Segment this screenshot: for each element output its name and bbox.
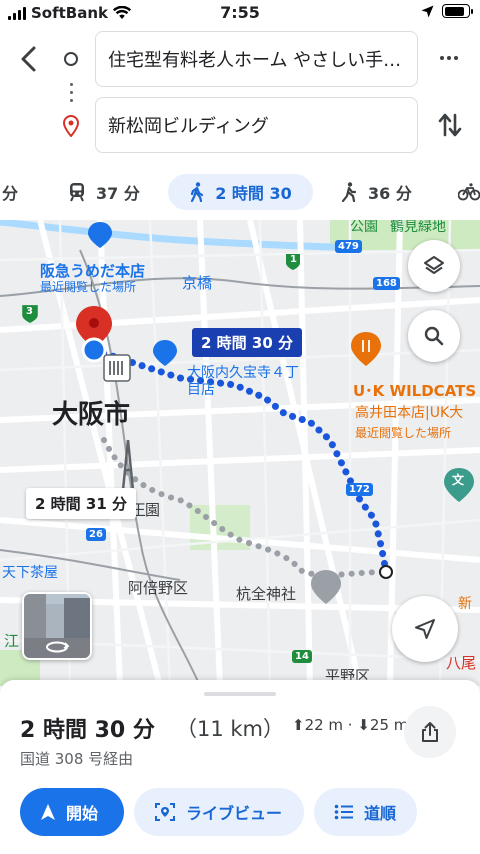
back-arrow-icon[interactable] xyxy=(12,42,46,76)
status-right xyxy=(421,4,473,18)
steps-label: 道順 xyxy=(364,804,397,823)
map-label-uk-wildcats-sub: 最近閲覧した場所 xyxy=(355,426,452,440)
navigation-arrow-icon xyxy=(415,619,435,639)
origin-field[interactable]: 住宅型有料老人ホーム やさしい手… xyxy=(95,31,418,87)
wheelchair-icon xyxy=(341,182,357,202)
walking-icon xyxy=(191,182,204,202)
route-time-callout[interactable]: 2 時間 30 分 xyxy=(192,328,302,357)
map-label-tennoji-park-2: 園 xyxy=(145,501,161,519)
school-label: 文 xyxy=(452,473,465,487)
route-distance: （11 km） xyxy=(176,717,285,741)
map-label-kyuhoji-2: 目店 xyxy=(187,382,215,398)
route-end-circle xyxy=(379,565,393,579)
tab-walk[interactable]: 2 時間 30 xyxy=(168,174,313,210)
status-bar: SoftBank 7:55 xyxy=(0,0,480,28)
route-dots-icon xyxy=(70,83,73,107)
current-location-dot xyxy=(81,337,107,363)
map-label-uk-wildcats-2: 高井田本店|UK大 xyxy=(355,405,464,421)
list-icon xyxy=(334,804,353,820)
map-label-left-edge: 江 xyxy=(4,632,20,650)
tab-wheelchair[interactable]: 36 分 xyxy=(340,174,412,210)
live-view-icon xyxy=(155,803,175,821)
map-label-abeno: 阿倍野区 xyxy=(128,579,189,597)
route-shield-1-label: 1 xyxy=(290,254,297,265)
map-label-tsurumi: 鶴見緑地 xyxy=(390,220,446,235)
route-shield-172: 172 xyxy=(346,483,373,496)
route-via: 国道 308 号経由 xyxy=(20,750,134,768)
route-shield-168: 168 xyxy=(373,277,400,290)
bike-icon xyxy=(458,183,480,201)
location-arrow-icon xyxy=(421,5,434,17)
map-label-uk-wildcats: U･K WILDCATS xyxy=(353,382,477,400)
map-label-kyobashi: 京橋 xyxy=(182,274,213,292)
search-button[interactable] xyxy=(408,310,460,362)
map-label-tengachaya: 天下茶屋 xyxy=(2,565,58,581)
route-shield-3-label: 3 xyxy=(26,306,33,317)
map-label-kuen: 公園 xyxy=(350,220,378,235)
tab-drive[interactable]: 分 xyxy=(2,174,18,210)
search-icon xyxy=(424,326,444,346)
navigation-arrow-icon xyxy=(41,804,55,820)
travel-mode-tabs: 分 37 分 2 時間 30 36 分 xyxy=(0,170,480,214)
swap-icon[interactable] xyxy=(436,110,464,140)
my-location-button[interactable] xyxy=(392,596,458,662)
route-shield-14: 14 xyxy=(292,650,312,663)
street-view-thumbnail[interactable] xyxy=(22,592,92,660)
sheet-drag-handle[interactable] xyxy=(204,692,276,696)
alt-route-time-callout[interactable]: 2 時間 31 分 xyxy=(26,488,136,519)
tab-walk-label: 2 時間 30 xyxy=(215,184,292,203)
map-label-right-edge: 新 xyxy=(458,596,472,612)
station-icon xyxy=(103,354,131,382)
rotate-360-icon xyxy=(46,641,70,653)
map-label-kunugi: 杭全神社 xyxy=(236,585,297,603)
map-label-umeda-sub: 最近閲覧した場所 xyxy=(40,280,137,294)
directions-sheet: 2 時間 30 分 （11 km） ⬆22 m · ⬇25 m 国道 308 号… xyxy=(0,680,480,854)
more-options-icon[interactable] xyxy=(434,48,464,68)
route-duration: 2 時間 30 分 xyxy=(20,718,155,743)
destination-pin-icon xyxy=(63,115,79,137)
route-shield-26: 26 xyxy=(86,528,106,541)
share-button[interactable] xyxy=(404,706,456,758)
live-view-label: ライブビュー xyxy=(186,804,283,823)
destination-field[interactable]: 新松岡ビルディング xyxy=(95,97,418,153)
origin-dot-icon xyxy=(64,52,78,66)
route-shield-479: 479 xyxy=(335,240,362,253)
restaurant-pin-icon xyxy=(351,332,381,366)
layers-button[interactable] xyxy=(408,240,460,292)
shopping-pin-icon xyxy=(88,222,112,248)
battery-icon xyxy=(442,4,473,18)
map-label-osaka-city: 大阪市 xyxy=(52,400,131,430)
tab-bike[interactable] xyxy=(458,174,480,210)
tab-transit-label: 37 分 xyxy=(96,184,140,203)
tab-transit[interactable]: 37 分 xyxy=(68,174,140,210)
river xyxy=(0,220,361,252)
start-label: 開始 xyxy=(66,804,99,823)
layers-icon xyxy=(424,256,444,274)
route-elevation: ⬆22 m · ⬇25 m xyxy=(292,716,409,734)
tab-drive-label: 分 xyxy=(2,184,19,203)
start-navigation-button[interactable]: 開始 xyxy=(20,788,124,836)
share-icon xyxy=(422,722,438,742)
map-label-yao: 八尾 xyxy=(446,654,477,672)
live-view-button[interactable]: ライブビュー xyxy=(134,788,304,836)
tab-wheelchair-label: 36 分 xyxy=(368,184,412,203)
status-time: 7:55 xyxy=(220,3,260,22)
train-icon xyxy=(70,183,84,202)
steps-button[interactable]: 道順 xyxy=(314,788,417,836)
